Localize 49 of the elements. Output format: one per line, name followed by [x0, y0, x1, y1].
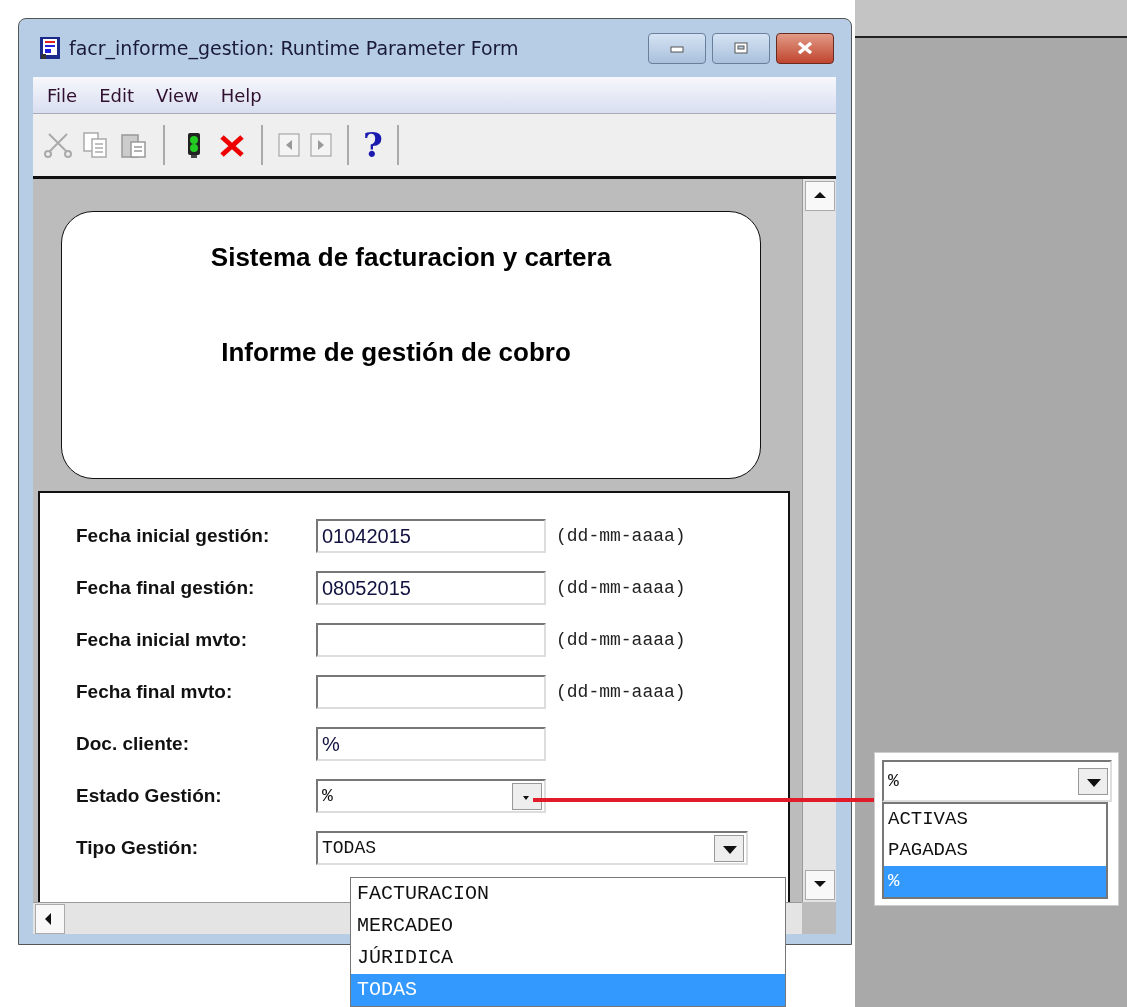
field-value: 01042015: [322, 524, 411, 548]
dropdown-option[interactable]: MERCADEO: [351, 910, 785, 942]
field-label: Fecha final gestión:: [75, 577, 256, 599]
minimize-button[interactable]: [648, 32, 706, 64]
field-label: Doc. cliente:: [75, 733, 190, 755]
menu-item[interactable]: File: [43, 82, 90, 108]
field-label: Fecha inicial gestión:: [75, 525, 271, 547]
close-button[interactable]: [776, 32, 834, 64]
dropdown-field[interactable]: %: [882, 760, 1112, 802]
date-format-hint: (dd-mm-aaaa): [556, 682, 686, 702]
input-field[interactable]: [316, 623, 546, 657]
report-title: Informe de gestión de cobro: [221, 337, 571, 368]
vertical-scrollbar[interactable]: [802, 179, 836, 902]
field-label: Estado Gestión:: [75, 785, 223, 807]
input-field[interactable]: %: [316, 727, 546, 761]
menu-item[interactable]: Edit: [95, 82, 146, 108]
previous-icon: [277, 132, 301, 158]
next-icon: [309, 132, 333, 158]
menu-item[interactable]: Help: [216, 82, 274, 108]
help-button[interactable]: ?: [359, 125, 387, 165]
report-system-title: Sistema de facturacion y cartera: [210, 242, 612, 273]
maximize-button[interactable]: [712, 32, 770, 64]
form-icon: [39, 36, 61, 60]
field-value: %: [322, 732, 340, 756]
field-label: Tipo Gestión:: [75, 837, 200, 859]
dropdown-option[interactable]: FACTURACION: [351, 878, 785, 910]
field-label: Fecha final mvto:: [75, 681, 234, 703]
field-value: %: [888, 771, 899, 791]
window-title: facr_informe_gestion: Runtime Parameter Form: [69, 37, 520, 59]
dropdown-option[interactable]: ACTIVAS: [884, 804, 1106, 835]
input-field[interactable]: [316, 675, 546, 709]
dropdown-field[interactable]: %: [316, 779, 546, 813]
scissors-icon: [43, 130, 73, 160]
date-format-hint: (dd-mm-aaaa): [556, 578, 686, 598]
dropdown-option[interactable]: JÚRIDICA: [351, 942, 785, 974]
input-field[interactable]: 01042015: [316, 519, 546, 553]
close-icon: [796, 41, 814, 55]
dropdown-option[interactable]: PAGADAS: [884, 835, 1106, 866]
field-value: 08052015: [322, 576, 411, 600]
field-value: %: [322, 786, 333, 806]
field-value: TODAS: [322, 838, 376, 858]
field-label: Fecha inicial mvto:: [75, 629, 249, 651]
menu-item[interactable]: View: [152, 82, 211, 108]
dropdown-field[interactable]: TODAS: [316, 831, 748, 865]
minimize-icon: [668, 43, 686, 53]
date-format-hint: (dd-mm-aaaa): [556, 630, 686, 650]
date-format-hint: (dd-mm-aaaa): [556, 526, 686, 546]
input-field[interactable]: 08052015: [316, 571, 546, 605]
maximize-icon: [732, 41, 750, 55]
